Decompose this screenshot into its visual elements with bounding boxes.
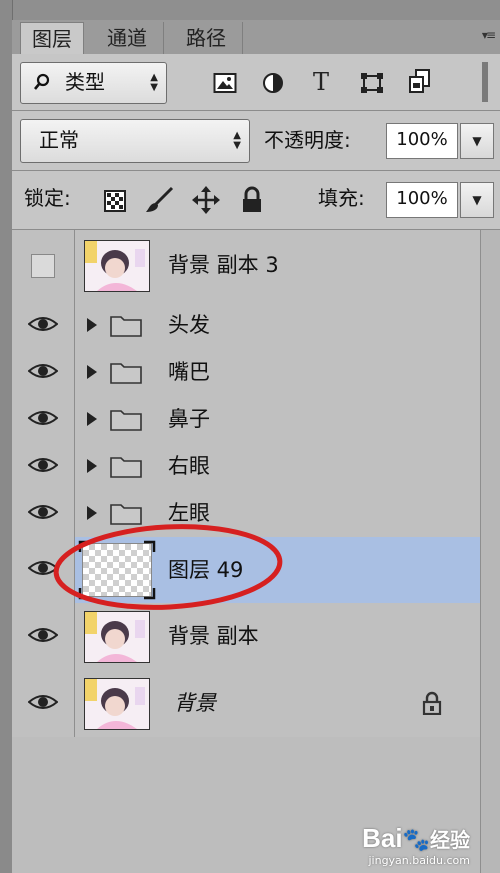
visibility-toggle[interactable] (12, 302, 75, 349)
lock-all-icon[interactable] (240, 186, 264, 218)
expand-triangle-icon[interactable] (86, 411, 98, 431)
blend-mode-value: 正常 (39, 128, 79, 152)
smart-object-filter-icon[interactable] (405, 68, 435, 94)
watermark-url: jingyan.baidu.com (368, 854, 470, 867)
updown-arrows-icon: ▲ ▼ (233, 130, 241, 151)
layer-thumbnail-photo (84, 240, 150, 292)
eye-icon (27, 362, 59, 384)
eye-icon (27, 693, 59, 715)
visibility-toggle[interactable] (12, 603, 75, 670)
lock-icon (422, 691, 442, 719)
layer-name: 背景 (174, 691, 216, 715)
layer-name: 鼻子 (168, 407, 210, 431)
visibility-toggle[interactable] (12, 349, 75, 396)
window-top-strip (0, 0, 500, 21)
visibility-off-box (31, 254, 55, 278)
lock-label: 锁定: (24, 186, 71, 210)
adjustment-filter-icon[interactable] (258, 70, 288, 96)
layer-list-scrollbar[interactable] (480, 230, 500, 873)
fill-input[interactable]: 100% (386, 182, 458, 218)
opacity-dropdown-button[interactable]: ▼ (460, 123, 494, 159)
visibility-toggle[interactable] (12, 396, 75, 443)
layer-row[interactable]: 背景 副本 3 (12, 230, 480, 303)
opacity-label: 不透明度: (264, 128, 351, 152)
annotation-circle (53, 524, 283, 610)
watermark-brand: Bai (362, 823, 403, 853)
type-filter-icon[interactable]: T (306, 68, 336, 94)
lock-position-icon[interactable] (192, 186, 220, 218)
panel-tab-bar (12, 20, 500, 55)
separator (12, 170, 500, 171)
tab-layers[interactable]: 图层 (20, 22, 84, 56)
baidu-watermark: Bai🐾经验 jingyan.baidu.com (362, 823, 470, 867)
layer-thumbnail-photo (84, 678, 150, 730)
folder-icon (110, 313, 142, 341)
eye-icon (27, 409, 59, 431)
updown-arrows-icon: ▲ ▼ (150, 72, 158, 93)
lock-transparent-pixels-icon[interactable] (104, 190, 126, 216)
panel-menu-icon[interactable]: ▾≡ (482, 28, 496, 42)
layer-name: 嘴巴 (168, 360, 210, 384)
eye-icon (27, 626, 59, 648)
expand-triangle-icon[interactable] (86, 317, 98, 337)
fill-dropdown-button[interactable]: ▼ (460, 182, 494, 218)
layer-group-row[interactable]: 右眼 (12, 443, 480, 491)
layer-name: 背景 副本 (168, 624, 259, 648)
lock-image-pixels-icon[interactable] (144, 186, 174, 218)
layer-thumbnail-photo (84, 611, 150, 663)
svg-text:T: T (313, 68, 329, 94)
tab-channels[interactable]: 通道 (91, 22, 164, 54)
expand-triangle-icon[interactable] (86, 458, 98, 478)
blend-mode-select[interactable]: 正常 ▲ ▼ (20, 119, 250, 163)
chevron-down-icon: ▼ (472, 193, 482, 207)
filter-toggle-switch[interactable] (482, 62, 488, 102)
layer-group-row[interactable]: 头发 (12, 302, 480, 350)
shape-filter-icon[interactable] (357, 70, 387, 96)
layer-name: 右眼 (168, 454, 210, 478)
visibility-toggle[interactable] (12, 230, 75, 302)
layer-row-background[interactable]: 背景 (12, 670, 480, 738)
filter-kind-select[interactable]: 类型 ▲ ▼ (20, 62, 167, 104)
folder-icon (110, 454, 142, 482)
folder-icon (110, 360, 142, 388)
visibility-toggle[interactable] (12, 443, 75, 490)
search-icon (33, 72, 51, 96)
layer-name: 背景 副本 3 (168, 253, 279, 277)
tab-paths[interactable]: 路径 (170, 22, 243, 54)
chevron-down-icon: ▼ (472, 134, 482, 148)
fill-label: 填充: (318, 186, 365, 210)
visibility-toggle[interactable] (12, 670, 75, 737)
paw-logo-icon: 🐾 (402, 827, 430, 852)
eye-icon (27, 456, 59, 478)
layer-name: 头发 (168, 313, 210, 337)
filter-kind-label: 类型 (65, 70, 105, 94)
expand-triangle-icon[interactable] (86, 364, 98, 384)
eye-icon (27, 315, 59, 337)
opacity-input[interactable]: 100% (386, 123, 458, 159)
layer-group-row[interactable]: 鼻子 (12, 396, 480, 444)
separator (12, 110, 500, 111)
layer-group-row[interactable]: 嘴巴 (12, 349, 480, 397)
layer-list: 背景 副本 3 头发 嘴巴 鼻子 右眼 左眼 图层 49 背景 副本 背景 (12, 230, 480, 738)
folder-icon (110, 407, 142, 435)
layer-row[interactable]: 背景 副本 (12, 603, 480, 671)
watermark-brand-suffix: 经验 (430, 830, 470, 852)
image-filter-icon[interactable] (210, 70, 240, 96)
